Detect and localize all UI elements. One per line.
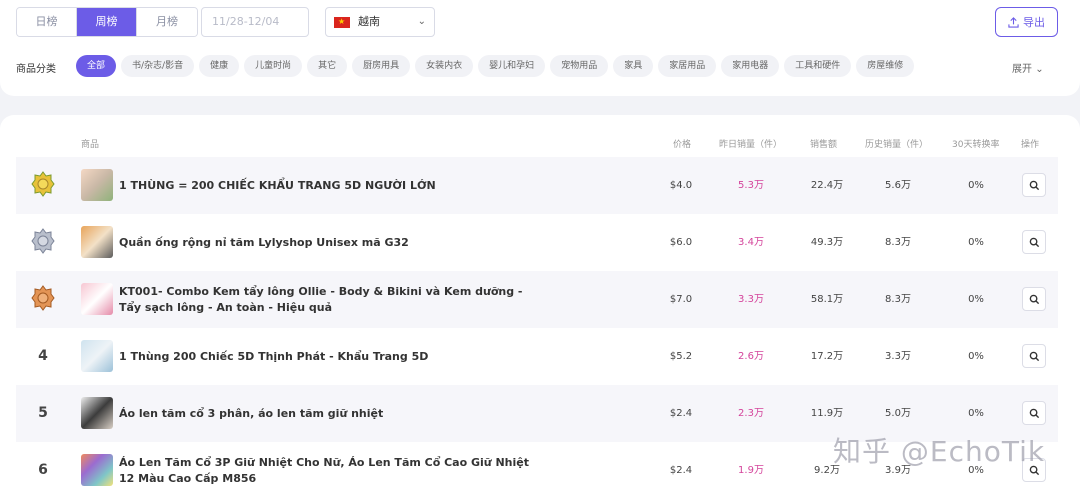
tab-daily[interactable]: 日榜 <box>17 8 77 36</box>
product-name[interactable]: 1 Thùng 200 Chiếc 5D Thịnh Phát - Khẩu T… <box>119 328 539 385</box>
tab-weekly[interactable]: 周榜 <box>77 8 137 36</box>
bronze-medal-icon <box>30 285 56 313</box>
price-cell: $7.0 <box>669 294 693 305</box>
category-pet[interactable]: 宠物用品 <box>550 55 609 77</box>
product-thumbnail <box>81 283 113 315</box>
category-health[interactable]: 健康 <box>199 55 240 77</box>
price-cell: $2.4 <box>669 408 693 419</box>
chevron-down-icon: ⌄ <box>1035 64 1044 75</box>
header-history-sales: 历史销量（件） <box>865 140 929 150</box>
conversion-cell: 0% <box>968 294 984 305</box>
price-cell: $2.4 <box>669 465 693 476</box>
price-cell: $6.0 <box>669 237 693 248</box>
category-furniture[interactable]: 家具 <box>613 55 654 77</box>
export-button[interactable]: 导出 <box>995 7 1058 37</box>
expand-categories-button[interactable]: 展开 ⌄ <box>1012 60 1044 75</box>
product-name[interactable]: Áo len tăm cổ 3 phân, áo len tăm giữ nhi… <box>119 385 539 442</box>
table-row[interactable]: 4 1 Thùng 200 Chiếc 5D Thịnh Phát - Khẩu… <box>16 328 1058 385</box>
history-sales-cell: 5.6万 <box>885 180 911 191</box>
category-all[interactable]: 全部 <box>76 55 117 77</box>
category-womens-underwear[interactable]: 女装内衣 <box>415 55 474 77</box>
product-name[interactable]: Áo Len Tăm Cổ 3P Giữ Nhiệt Cho Nữ, Áo Le… <box>119 442 539 497</box>
search-icon <box>1029 408 1039 418</box>
date-range-picker[interactable]: 11/28-12/04 <box>201 7 309 37</box>
history-sales-cell: 8.3万 <box>885 237 911 248</box>
header-product: 商品 <box>81 140 100 150</box>
category-other[interactable]: 其它 <box>307 55 348 77</box>
watermark: 知乎 @EchoTik <box>833 435 1046 468</box>
header-action: 操作 <box>1021 140 1040 150</box>
product-thumbnail <box>81 340 113 372</box>
price-cell: $5.2 <box>669 351 693 362</box>
header-sales-amount: 销售额 <box>810 140 838 150</box>
search-icon <box>1029 351 1039 361</box>
rank-number: 4 <box>38 348 48 364</box>
yesterday-sales-cell: 2.3万 <box>738 408 764 419</box>
yesterday-sales-cell: 5.3万 <box>738 180 764 191</box>
search-button[interactable] <box>1022 401 1046 425</box>
category-home[interactable]: 家居用品 <box>658 55 717 77</box>
product-thumbnail <box>81 226 113 258</box>
yesterday-sales-cell: 3.4万 <box>738 237 764 248</box>
vietnam-flag-icon <box>334 15 350 29</box>
gold-medal-icon <box>30 171 56 199</box>
search-button[interactable] <box>1022 230 1046 254</box>
country-select[interactable]: 越南 ⌄ <box>325 7 435 37</box>
tab-monthly[interactable]: 月榜 <box>137 8 197 36</box>
search-button[interactable] <box>1022 287 1046 311</box>
history-sales-cell: 3.3万 <box>885 351 911 362</box>
country-label: 越南 <box>358 15 380 28</box>
product-thumbnail <box>81 169 113 201</box>
header-yesterday-sales: 昨日销量（件） <box>719 140 783 150</box>
product-thumbnail <box>81 454 113 486</box>
conversion-cell: 0% <box>968 180 984 191</box>
filter-panel: 日榜 周榜 月榜 11/28-12/04 越南 ⌄ 导出 商品分类 全部 书/杂… <box>0 0 1080 96</box>
sales-amount-cell: 58.1万 <box>810 294 844 305</box>
export-icon <box>1008 16 1019 28</box>
product-name[interactable]: KT001- Combo Kem tẩy lông Ollie - Body &… <box>119 271 539 328</box>
chevron-down-icon: ⌄ <box>417 16 426 27</box>
history-sales-cell: 8.3万 <box>885 294 911 305</box>
yesterday-sales-cell: 1.9万 <box>738 465 764 476</box>
category-kitchen[interactable]: 厨房用具 <box>352 55 411 77</box>
conversion-cell: 0% <box>968 351 984 362</box>
price-cell: $4.0 <box>669 180 693 191</box>
header-price: 价格 <box>673 140 692 150</box>
search-icon <box>1029 180 1039 190</box>
header-conversion: 30天转换率 <box>952 140 1000 150</box>
sales-amount-cell: 17.2万 <box>810 351 844 362</box>
yesterday-sales-cell: 2.6万 <box>738 351 764 362</box>
category-baby-maternity[interactable]: 婴儿和孕妇 <box>478 55 546 77</box>
export-label: 导出 <box>1023 16 1045 29</box>
table-row[interactable]: Quần ống rộng nỉ tăm Lylyshop Unisex mã … <box>16 214 1058 271</box>
product-thumbnail <box>81 397 113 429</box>
table-row[interactable]: KT001- Combo Kem tẩy lông Ollie - Body &… <box>16 271 1058 328</box>
product-name[interactable]: Quần ống rộng nỉ tăm Lylyshop Unisex mã … <box>119 214 539 271</box>
period-tabs: 日榜 周榜 月榜 <box>16 7 198 37</box>
category-home-repair[interactable]: 房屋维修 <box>856 55 915 77</box>
silver-medal-icon <box>30 228 56 256</box>
category-label: 商品分类 <box>16 64 56 75</box>
search-button[interactable] <box>1022 344 1046 368</box>
search-icon <box>1029 294 1039 304</box>
rank-number: 6 <box>38 462 48 478</box>
category-tools[interactable]: 工具和硬件 <box>784 55 852 77</box>
table-header: 商品 价格 昨日销量（件） 销售额 历史销量（件） 30天转换率 操作 <box>0 137 1080 151</box>
product-name[interactable]: 1 THÙNG = 200 CHIẾC KHẨU TRANG 5D NGƯỜI … <box>119 157 539 214</box>
rank-number: 5 <box>38 405 48 421</box>
sales-amount-cell: 22.4万 <box>810 180 844 191</box>
category-books[interactable]: 书/杂志/影音 <box>121 55 195 77</box>
table-row[interactable]: 1 THÙNG = 200 CHIẾC KHẨU TRANG 5D NGƯỜI … <box>16 157 1058 214</box>
category-kids-fashion[interactable]: 儿童时尚 <box>244 55 303 77</box>
category-list: 全部 书/杂志/影音 健康 儿童时尚 其它 厨房用具 女装内衣 婴儿和孕妇 宠物… <box>76 55 915 77</box>
expand-label: 展开 <box>1012 64 1032 75</box>
yesterday-sales-cell: 3.3万 <box>738 294 764 305</box>
category-appliances[interactable]: 家用电器 <box>721 55 780 77</box>
search-button[interactable] <box>1022 173 1046 197</box>
conversion-cell: 0% <box>968 237 984 248</box>
sales-amount-cell: 49.3万 <box>810 237 844 248</box>
search-icon <box>1029 237 1039 247</box>
